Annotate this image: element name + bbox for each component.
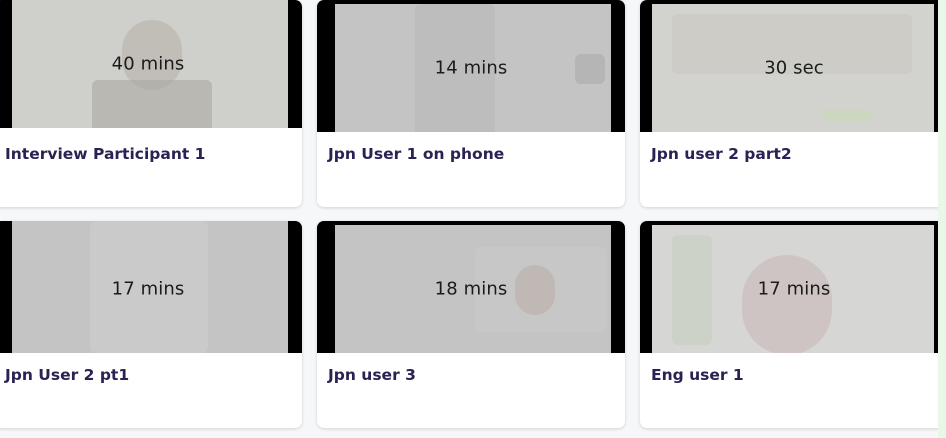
video-thumbnail[interactable]: 30 sec — [640, 0, 946, 132]
video-thumbnail[interactable]: 18 mins — [317, 221, 625, 353]
recording-card[interactable]: 40 mins Interview Participant 1 — [0, 0, 302, 207]
recording-title[interactable]: Eng user 1 — [651, 366, 744, 384]
recording-title[interactable]: Jpn User 2 pt1 — [5, 366, 129, 384]
recording-title[interactable]: Jpn user 2 part2 — [651, 145, 792, 163]
recording-card[interactable]: 14 mins Jpn User 1 on phone — [317, 0, 625, 207]
duration-label: 17 mins — [757, 278, 831, 300]
video-thumbnail[interactable]: 17 mins — [0, 221, 302, 353]
duration-label: 14 mins — [434, 57, 508, 79]
recording-card[interactable]: 17 mins Eng user 1 — [640, 221, 946, 428]
recordings-grid: 40 mins Interview Participant 1 14 mins … — [0, 0, 946, 438]
recording-title[interactable]: Interview Participant 1 — [5, 145, 205, 163]
video-thumbnail[interactable]: 40 mins — [0, 0, 302, 128]
duration-label: 40 mins — [111, 53, 185, 75]
duration-label: 30 sec — [764, 57, 824, 79]
recording-card[interactable]: 18 mins Jpn user 3 — [317, 221, 625, 428]
video-thumbnail[interactable]: 14 mins — [317, 0, 625, 132]
duration-label: 17 mins — [111, 278, 185, 300]
duration-label: 18 mins — [434, 278, 508, 300]
video-thumbnail[interactable]: 17 mins — [640, 221, 946, 353]
recording-title[interactable]: Jpn user 3 — [328, 366, 416, 384]
recording-card[interactable]: 30 sec Jpn user 2 part2 — [640, 0, 946, 207]
right-edge-panel — [938, 0, 946, 438]
recording-title[interactable]: Jpn User 1 on phone — [328, 145, 504, 163]
recording-card[interactable]: 17 mins Jpn User 2 pt1 — [0, 221, 302, 428]
